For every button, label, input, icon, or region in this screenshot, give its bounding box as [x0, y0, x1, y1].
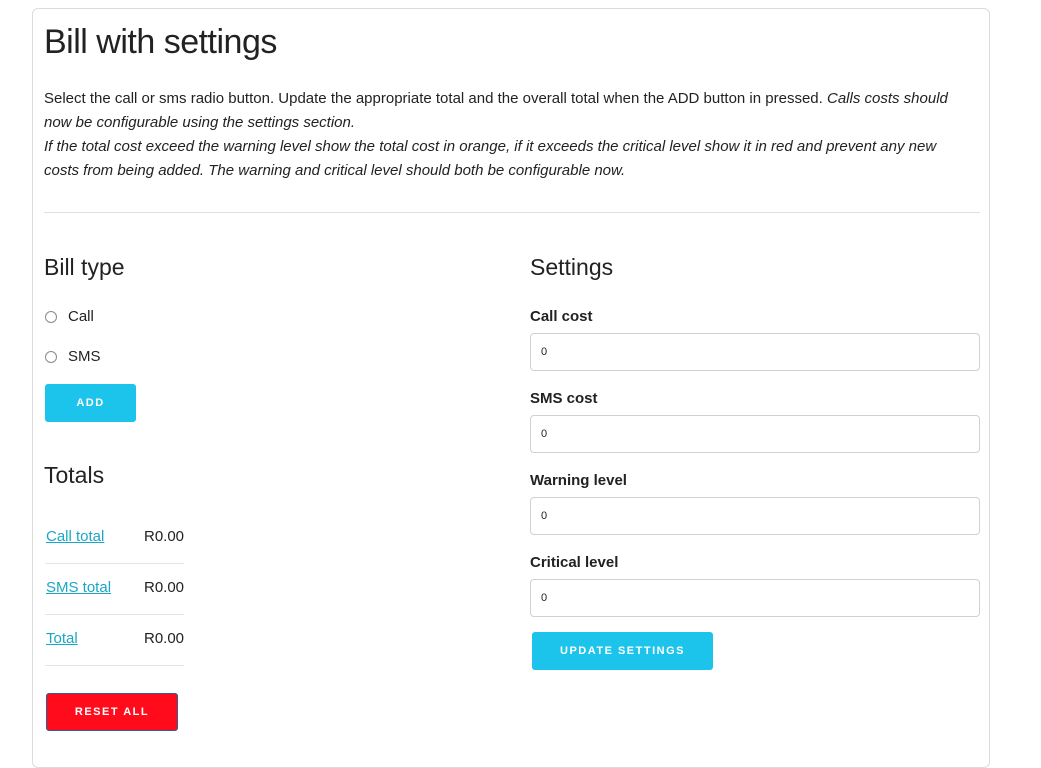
call-radio-label: Call — [68, 308, 94, 325]
description-text: Select the call or sms radio button. Upd… — [44, 90, 823, 107]
call-cost-label: Call cost — [530, 308, 593, 325]
radio-option-call[interactable]: Call — [45, 308, 94, 325]
add-button[interactable]: ADD — [45, 384, 136, 422]
warning-level-label: Warning level — [530, 472, 627, 489]
warning-level-input[interactable] — [530, 497, 980, 535]
total-value: R0.00 — [144, 630, 185, 647]
sms-cost-input[interactable] — [530, 415, 980, 453]
call-radio[interactable] — [45, 310, 57, 323]
radio-option-sms[interactable]: SMS — [45, 348, 101, 365]
divider — [44, 212, 980, 213]
settings-heading: Settings — [530, 254, 614, 280]
update-settings-button[interactable]: UPDATE SETTINGS — [532, 632, 713, 670]
call-total-link[interactable]: Call total — [46, 528, 104, 545]
bill-widget-card: Bill with settings Select the call or sm… — [32, 8, 990, 768]
reset-all-button[interactable]: RESET ALL — [46, 693, 178, 731]
sms-cost-label: SMS cost — [530, 390, 598, 407]
critical-level-label: Critical level — [530, 554, 619, 571]
critical-level-input[interactable] — [530, 579, 980, 617]
sms-radio[interactable] — [45, 350, 57, 363]
totals-row-sms: SMS total R0.00 — [45, 564, 184, 615]
page-title: Bill with settings — [44, 23, 277, 61]
call-total-value: R0.00 — [144, 528, 185, 545]
totals-row-call: Call total R0.00 — [45, 513, 184, 564]
description-italic-2: If the total cost exceed the warning lev… — [44, 138, 937, 179]
call-cost-input[interactable] — [530, 333, 980, 371]
sms-radio-label: SMS — [68, 348, 101, 365]
sms-total-value: R0.00 — [144, 579, 185, 596]
bill-type-heading: Bill type — [44, 254, 125, 280]
sms-total-link[interactable]: SMS total — [46, 579, 111, 596]
description: Select the call or sms radio button. Upd… — [44, 87, 974, 183]
totals-row-total: Total R0.00 — [45, 615, 184, 666]
total-link[interactable]: Total — [46, 630, 78, 647]
totals-heading: Totals — [44, 462, 105, 488]
